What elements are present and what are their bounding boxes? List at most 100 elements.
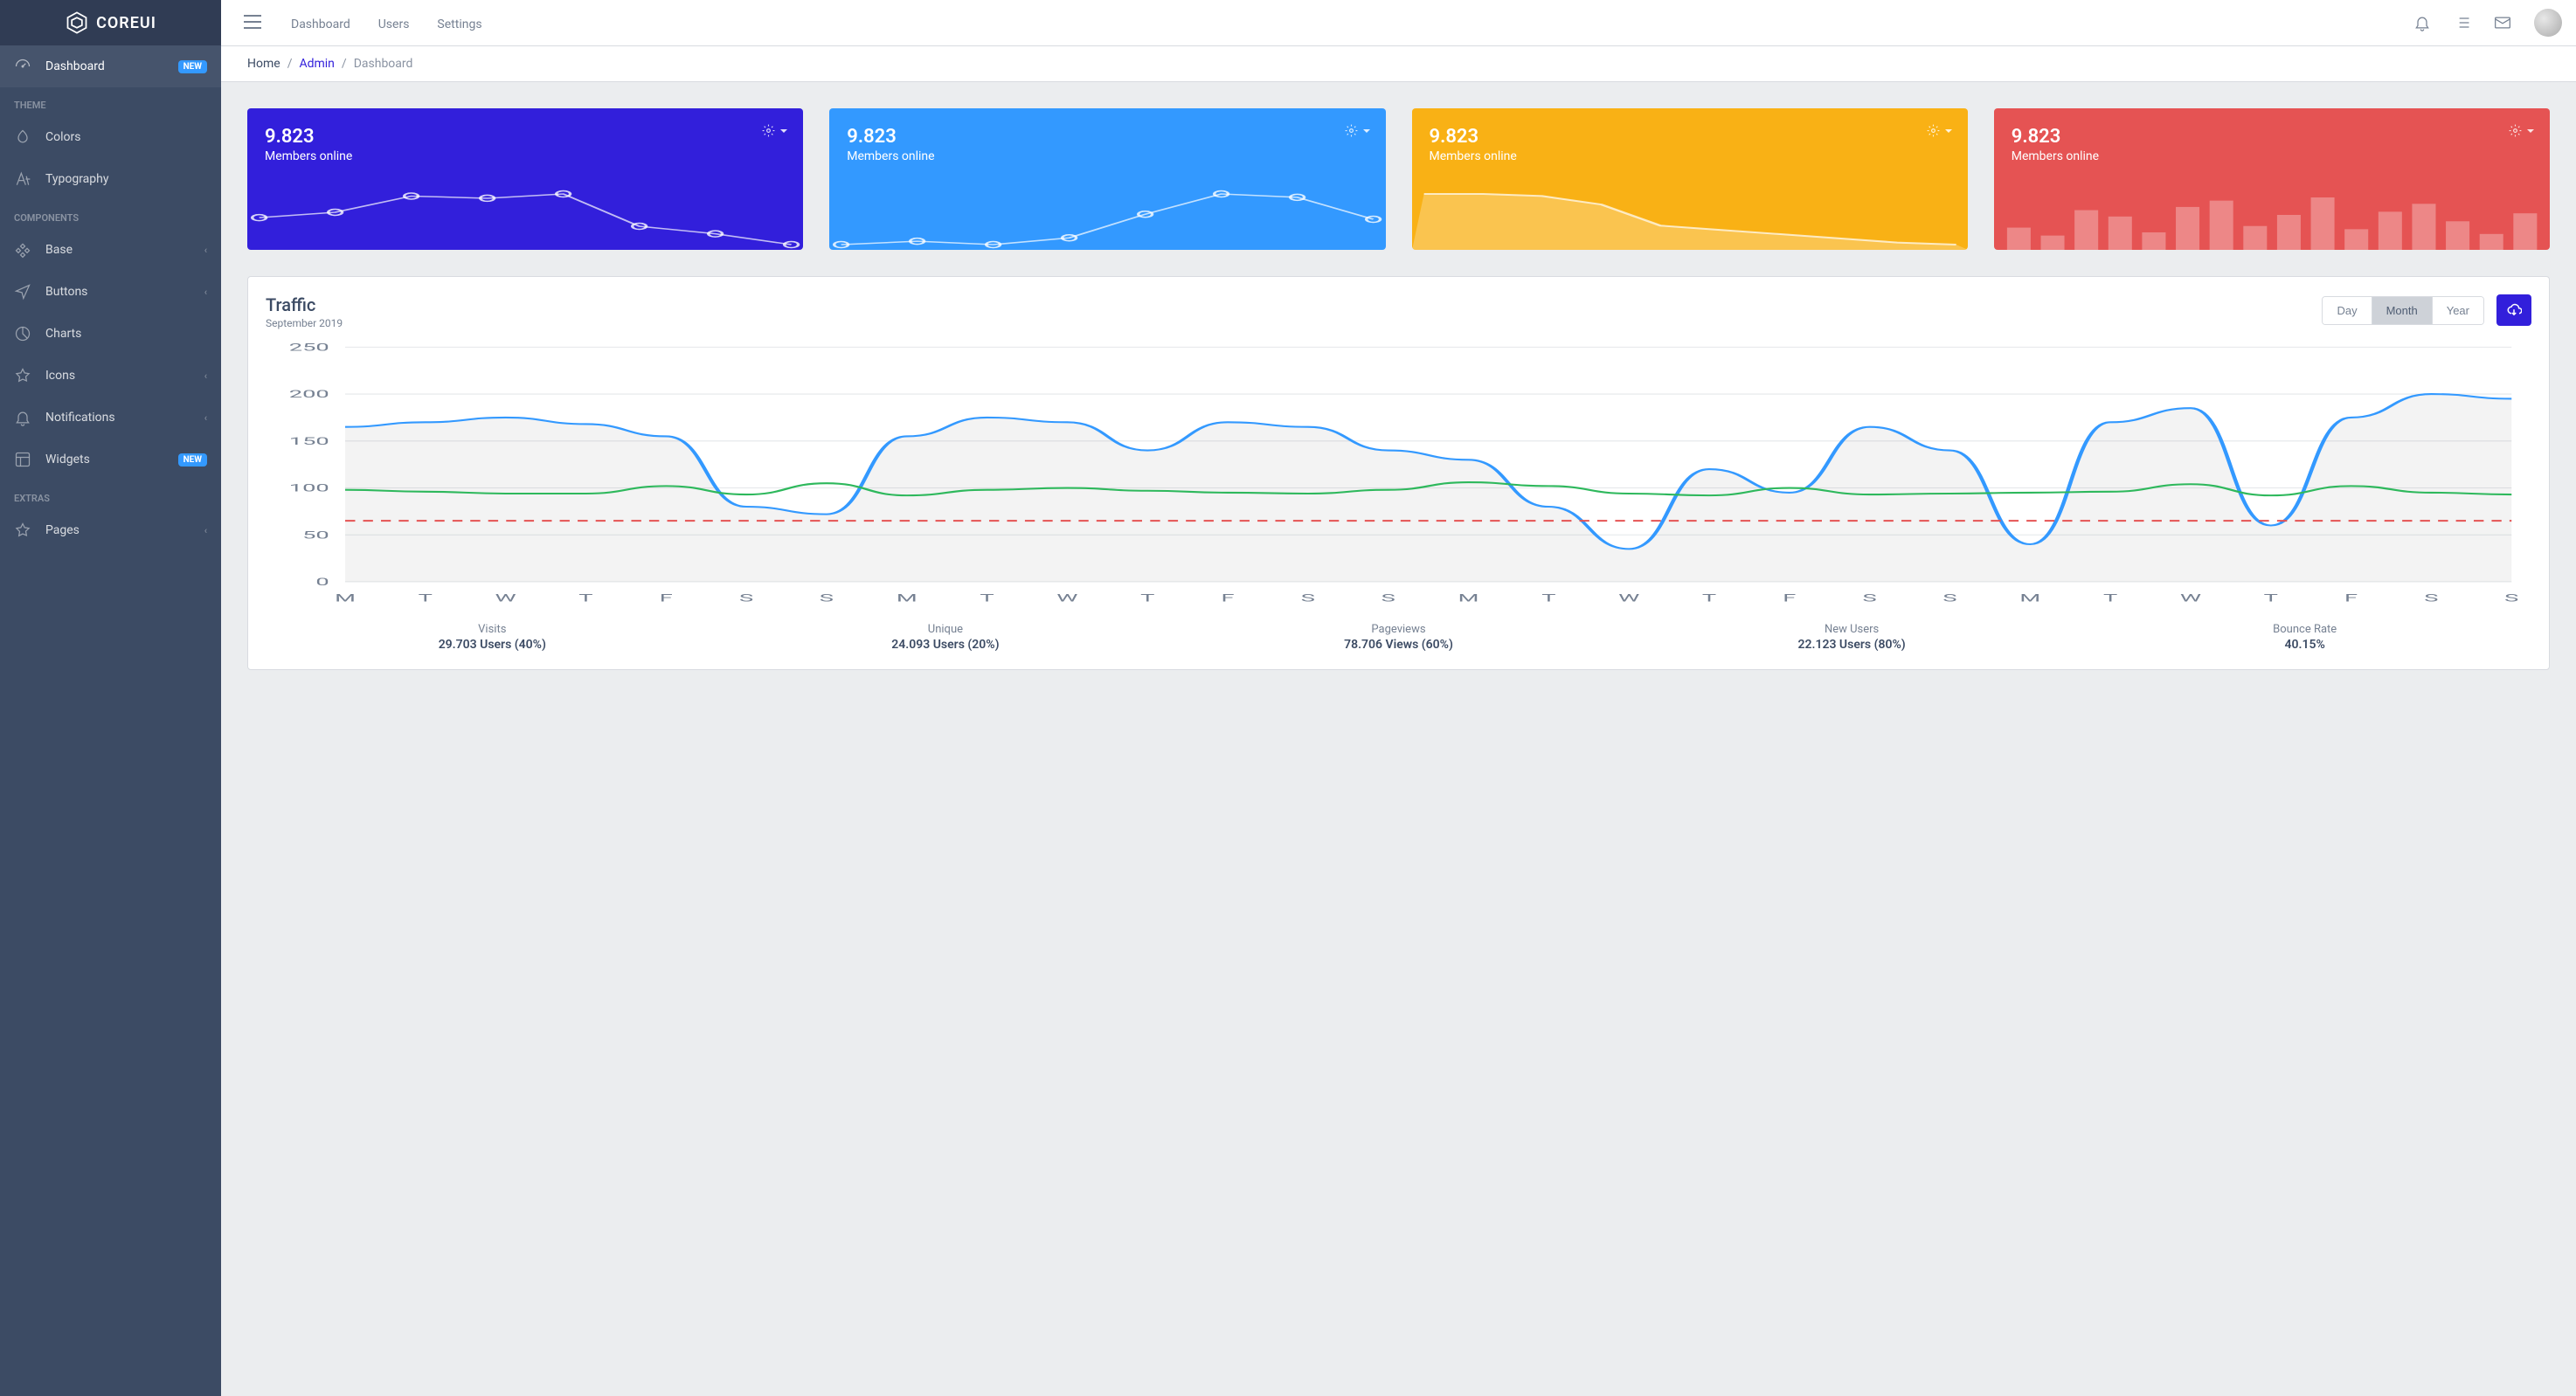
sidebar-item-charts[interactable]: Charts xyxy=(0,313,221,355)
nav-section-title: THEME xyxy=(0,87,221,116)
sidebar-item-notifications[interactable]: Notifications‹ xyxy=(0,397,221,439)
list-icon[interactable] xyxy=(2454,14,2471,31)
sidebar-item-buttons[interactable]: Buttons‹ xyxy=(0,271,221,313)
brand[interactable]: COREUI xyxy=(0,0,221,45)
svg-text:S: S xyxy=(1301,592,1315,605)
sidebar-item-pages[interactable]: Pages‹ xyxy=(0,509,221,551)
dashboard-icon xyxy=(14,58,31,75)
pages-icon xyxy=(14,522,31,539)
sidebar-item-widgets[interactable]: Widgets NEW xyxy=(0,439,221,480)
icons-icon xyxy=(14,367,31,384)
mini-chart xyxy=(829,189,1385,250)
nav-section-title: COMPONENTS xyxy=(0,200,221,229)
nav-label: Buttons xyxy=(45,285,87,299)
stat-value: 9.823 xyxy=(847,126,1368,148)
footer-stat-label: Bounce Rate xyxy=(2078,623,2531,636)
stat-value: 9.823 xyxy=(2012,126,2532,148)
svg-text:T: T xyxy=(1702,592,1717,605)
breadcrumb-home[interactable]: Home xyxy=(247,57,280,71)
sidebar-item-dashboard[interactable]: DashboardNEW xyxy=(0,45,221,87)
caret-down-icon xyxy=(2527,128,2534,135)
nav-section-title: EXTRAS xyxy=(0,480,221,509)
svg-text:T: T xyxy=(2264,592,2279,605)
traffic-card: Traffic September 2019 DayMonthYear 0501… xyxy=(247,276,2550,670)
card-settings-button[interactable] xyxy=(1345,124,1370,137)
svg-text:150: 150 xyxy=(289,435,329,448)
cloud-download-icon xyxy=(2506,302,2522,318)
sidebar-item-colors[interactable]: Colors xyxy=(0,116,221,158)
sidebar-item-icons[interactable]: Icons ‹ xyxy=(0,355,221,397)
card-settings-button[interactable] xyxy=(2509,124,2534,137)
svg-text:S: S xyxy=(2504,592,2518,605)
svg-text:S: S xyxy=(1942,592,1956,605)
svg-text:W: W xyxy=(495,592,516,605)
colors-icon xyxy=(14,128,31,146)
stat-label: Members online xyxy=(2012,149,2532,163)
typography-icon xyxy=(14,170,31,188)
svg-text:M: M xyxy=(2019,592,2040,605)
breadcrumb-admin[interactable]: Admin xyxy=(299,57,334,71)
svg-text:200: 200 xyxy=(289,388,329,401)
avatar[interactable] xyxy=(2534,9,2562,37)
caret-down-icon xyxy=(1363,128,1370,135)
footer-stat-label: Unique xyxy=(719,623,1173,636)
svg-text:T: T xyxy=(578,592,593,605)
svg-text:S: S xyxy=(2424,592,2438,605)
sidebar-item-base[interactable]: Base‹ xyxy=(0,229,221,271)
gear-icon xyxy=(1927,124,1940,137)
gear-icon xyxy=(1345,124,1358,137)
footer-stat: Unique 24.093 Users (20%) xyxy=(719,623,1173,652)
stat-label: Members online xyxy=(265,149,786,163)
footer-stat: Visits 29.703 Users (40%) xyxy=(266,623,719,652)
mini-chart xyxy=(1412,189,1968,250)
svg-text:M: M xyxy=(335,592,356,605)
footer-stat: Pageviews 78.706 Views (60%) xyxy=(1172,623,1625,652)
range-day-button[interactable]: Day xyxy=(2323,297,2372,324)
nav-label: Icons xyxy=(45,369,75,383)
svg-text:S: S xyxy=(1381,592,1395,605)
breadcrumb-current: Dashboard xyxy=(354,57,413,71)
download-button[interactable] xyxy=(2496,294,2531,326)
mini-chart xyxy=(1994,189,2550,250)
svg-text:S: S xyxy=(1863,592,1877,605)
footer-stat: New Users 22.123 Users (80%) xyxy=(1625,623,2079,652)
footer-stat-value: 29.703 Users (40%) xyxy=(266,638,719,652)
stat-label: Members online xyxy=(1430,149,1950,163)
chevron-left-icon: ‹ xyxy=(204,370,207,382)
range-month-button[interactable]: Month xyxy=(2372,297,2433,324)
header-nav-users[interactable]: Users xyxy=(378,17,410,31)
footer-stat: Bounce Rate 40.15% xyxy=(2078,623,2531,652)
stat-value: 9.823 xyxy=(1430,126,1950,148)
stat-card-danger: 9.823 Members online xyxy=(1994,108,2550,250)
breadcrumb: Home / Admin / Dashboard xyxy=(221,45,2576,81)
nav-label: Base xyxy=(45,243,73,257)
svg-text:250: 250 xyxy=(289,341,329,354)
bell-icon[interactable] xyxy=(2413,14,2431,31)
nav-label: Notifications xyxy=(45,411,115,425)
svg-text:S: S xyxy=(739,592,753,605)
stat-value: 9.823 xyxy=(265,126,786,148)
card-settings-button[interactable] xyxy=(1927,124,1952,137)
header: Dashboard Users Settings Home / Admin / Da… xyxy=(221,0,2576,82)
nav-label: Widgets xyxy=(45,453,90,466)
card-settings-button[interactable] xyxy=(762,124,787,137)
svg-text:50: 50 xyxy=(302,529,329,542)
sidebar-item-typography[interactable]: Typography xyxy=(0,158,221,200)
footer-stat-label: New Users xyxy=(1625,623,2079,636)
range-button-group: DayMonthYear xyxy=(2322,296,2484,325)
nav-badge: NEW xyxy=(178,453,207,466)
svg-text:M: M xyxy=(897,592,918,605)
range-year-button[interactable]: Year xyxy=(2433,297,2483,324)
svg-text:F: F xyxy=(2344,592,2358,605)
stat-label: Members online xyxy=(847,149,1368,163)
stat-card-warning: 9.823 Members online xyxy=(1412,108,1968,250)
svg-text:F: F xyxy=(1222,592,1235,605)
header-nav-dashboard[interactable]: Dashboard xyxy=(291,17,350,31)
header-nav-settings[interactable]: Settings xyxy=(437,17,481,31)
stat-card-primary: 9.823 Members online xyxy=(247,108,803,250)
sidebar-toggle-button[interactable] xyxy=(235,10,270,37)
footer-stat-label: Pageviews xyxy=(1172,623,1625,636)
svg-text:T: T xyxy=(1140,592,1155,605)
envelope-icon[interactable] xyxy=(2494,14,2511,31)
mini-chart xyxy=(247,189,803,250)
